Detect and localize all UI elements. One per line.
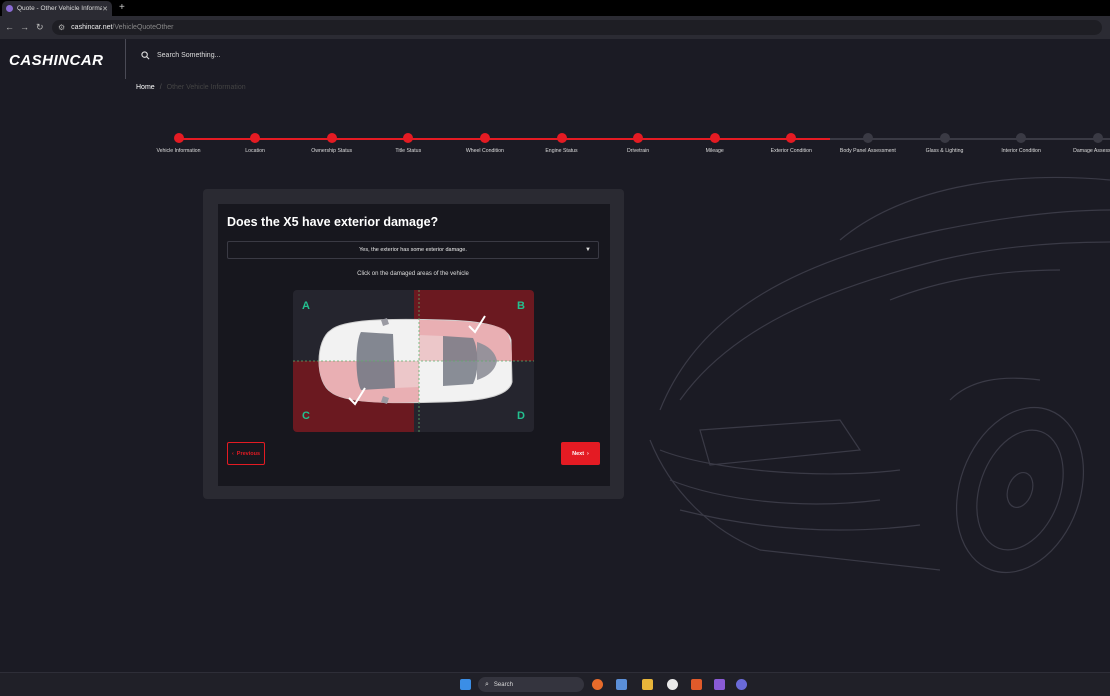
step-item: Interior Condition — [983, 133, 1059, 154]
background-car-illustration — [649, 176, 1110, 574]
step-label: Title Status — [395, 148, 422, 154]
step-dot-pending — [1092, 133, 1103, 143]
firefox-icon[interactable] — [592, 679, 603, 690]
step-label: Body Panel Assessment — [839, 148, 896, 154]
step-label: Vehicle Information — [156, 148, 201, 154]
step-dot-pending — [862, 133, 873, 143]
breadcrumb: Home / Other Vehicle Information — [136, 84, 246, 91]
zone-b-label: B — [517, 300, 525, 312]
hint-text: Click on the damaged areas of the vehicl… — [357, 271, 469, 277]
app-icon[interactable] — [691, 679, 702, 690]
step-label: Interior Condition — [1001, 148, 1041, 154]
browser-active-icon[interactable] — [736, 679, 747, 690]
logo[interactable]: CASHINCAR — [9, 52, 104, 69]
zone-b[interactable] — [413, 290, 534, 361]
step-dot-complete — [709, 133, 720, 143]
step-dot-complete — [250, 133, 261, 143]
damage-select-value: Yes, the exterior has some exterior dama… — [359, 247, 467, 253]
mail-icon[interactable] — [616, 679, 627, 690]
previous-button-label: Previous — [236, 450, 261, 457]
search-bar[interactable]: Search Something... — [141, 51, 220, 60]
step-item: Location — [217, 133, 293, 154]
step-label: Wheel Condition — [465, 148, 504, 154]
file-explorer-icon[interactable] — [642, 679, 653, 690]
question-title: Does the X5 have exterior damage? — [227, 215, 439, 229]
search-input[interactable]: Search Something... — [157, 52, 220, 59]
step-item: Vehicle Information — [141, 133, 217, 154]
step-item: Engine Status — [524, 133, 600, 154]
header-divider — [125, 39, 126, 79]
chrome-icon[interactable] — [667, 679, 678, 690]
step-label: Damage Assessment — [1073, 148, 1110, 154]
step-item: Glass & Lighting — [907, 133, 983, 154]
breadcrumb-separator: / — [159, 84, 162, 91]
reload-icon[interactable]: ↻ — [36, 22, 44, 33]
progress-stepper: Vehicle Information Location Ownership Sta… — [140, 133, 1110, 163]
next-button-label: Next — [572, 450, 585, 457]
step-dot-complete — [786, 133, 797, 143]
url-host: cashincar.net — [71, 24, 113, 31]
damage-area-diagram: A B C D — [293, 290, 534, 432]
chevron-left-icon: ‹ — [231, 450, 234, 457]
step-dot-pending — [939, 133, 950, 143]
url-field[interactable]: ⚙ cashincar.net/VehicleQuoteOther — [52, 20, 1102, 35]
step-item: Ownership Status — [294, 133, 370, 154]
step-label: Mileage — [705, 148, 724, 154]
step-item: Damage Assessment — [1060, 133, 1110, 154]
new-tab-button[interactable]: + — [119, 2, 125, 13]
search-icon — [141, 51, 150, 60]
step-item: Wheel Condition — [447, 133, 523, 154]
visual-studio-icon[interactable] — [714, 679, 725, 690]
zone-d-label: D — [517, 410, 525, 422]
previous-button[interactable]: ‹ Previous — [227, 442, 265, 465]
step-label: Engine Status — [545, 148, 578, 154]
step-item: Exterior Condition — [753, 133, 829, 154]
os-taskbar: ⌕ Search — [0, 672, 1110, 696]
step-dot-complete — [326, 133, 337, 143]
damage-select[interactable]: Yes, the exterior has some exterior dama… — [227, 241, 599, 259]
step-item: Body Panel Assessment — [830, 133, 906, 154]
step-label: Exterior Condition — [770, 148, 812, 154]
app-header: CASHINCAR Search Something... — [0, 39, 1110, 79]
back-arrow-icon[interactable]: ← — [5, 22, 14, 32]
browser-tab-bar: Quote - Other Vehicle Informati ✕ + — [0, 0, 1110, 16]
breadcrumb-current: Other Vehicle Information — [166, 84, 246, 91]
tab-title: Quote - Other Vehicle Informati — [17, 5, 103, 12]
chevron-right-icon: › — [587, 450, 589, 457]
step-dot-complete — [403, 133, 414, 143]
step-label: Glass & Lighting — [925, 148, 964, 154]
step-dot-complete — [479, 133, 490, 143]
step-label: Location — [245, 148, 265, 154]
zone-c[interactable] — [293, 361, 414, 432]
zone-c-label: C — [302, 410, 310, 422]
address-bar: ← → ↻ ⚙ cashincar.net/VehicleQuoteOther — [0, 16, 1110, 39]
step-item: Mileage — [677, 133, 753, 154]
browser-tab[interactable]: Quote - Other Vehicle Informati ✕ — [2, 1, 112, 16]
step-dot-complete — [173, 133, 184, 143]
taskbar-search-label: Search — [493, 681, 513, 688]
step-dot-complete — [633, 133, 644, 143]
step-item: Drivetrain — [600, 133, 676, 154]
next-button[interactable]: Next › — [561, 442, 600, 465]
step-label: Ownership Status — [311, 148, 353, 154]
step-item: Title Status — [370, 133, 446, 154]
windows-start-icon[interactable] — [460, 679, 471, 690]
url-path: /VehicleQuoteOther — [112, 24, 174, 31]
close-tab-icon[interactable]: ✕ — [102, 5, 108, 13]
site-settings-icon[interactable]: ⚙ — [58, 23, 65, 32]
zone-a[interactable] — [293, 290, 414, 361]
step-label: Drivetrain — [626, 148, 650, 154]
step-dot-complete — [556, 133, 567, 143]
caret-down-icon: ▼ — [585, 247, 591, 253]
forward-arrow-icon[interactable]: → — [20, 22, 29, 32]
taskbar-search[interactable]: ⌕ Search — [478, 677, 584, 692]
zone-d[interactable] — [413, 361, 534, 432]
breadcrumb-home[interactable]: Home — [136, 84, 155, 91]
site-favicon-icon — [6, 5, 13, 12]
step-dot-pending — [1016, 133, 1027, 143]
taskbar-search-icon: ⌕ — [485, 680, 489, 688]
zone-a-label: A — [302, 300, 310, 312]
